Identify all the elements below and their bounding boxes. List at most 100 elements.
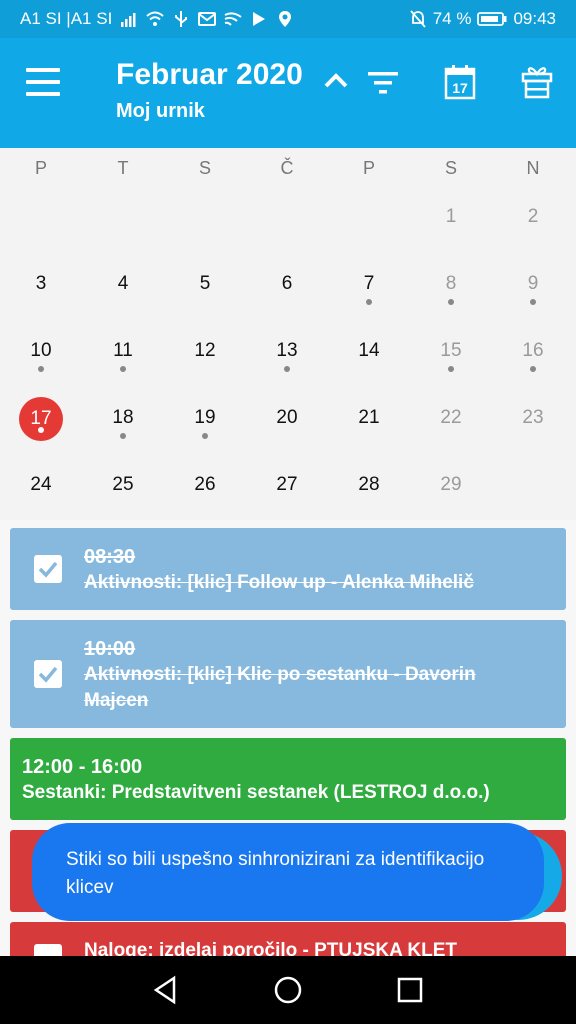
weekday-label: T: [117, 158, 129, 178]
weekday-label: S: [444, 158, 457, 178]
calendar-day[interactable]: 3: [0, 273, 82, 295]
event-item[interactable]: 12:00 - 16:00 Sestanki: Predstavitveni s…: [10, 738, 566, 820]
calendar-day[interactable]: 2: [492, 206, 574, 228]
day-number: 12: [194, 340, 216, 361]
calendar-day[interactable]: 25: [82, 474, 164, 496]
calendar-day[interactable]: 12: [164, 340, 246, 362]
calendar-day[interactable]: 5: [164, 273, 246, 295]
calendar-day[interactable]: 18: [82, 407, 164, 439]
event-dot: [38, 366, 44, 372]
calendar-day[interactable]: 11: [82, 340, 164, 372]
day-number: 25: [112, 474, 134, 495]
page-subtitle: Moj urnik: [116, 100, 205, 122]
calendar-day[interactable]: 28: [328, 474, 410, 496]
day-number: 21: [358, 407, 380, 428]
calendar-day[interactable]: 23: [492, 407, 574, 429]
event-item[interactable]: 10:00 Aktivnosti: [klic] Klic po sestank…: [10, 620, 566, 728]
calendar-icon: 17: [444, 65, 476, 100]
filter-icon: [368, 72, 398, 94]
day-number: 23: [522, 407, 544, 428]
day-number: 28: [358, 474, 380, 495]
menu-button[interactable]: [24, 64, 64, 100]
recents-button[interactable]: [394, 974, 426, 1006]
filter-button[interactable]: [366, 66, 400, 100]
day-number: 7: [363, 273, 375, 294]
back-button[interactable]: [150, 974, 182, 1006]
calendar-day[interactable]: 16: [492, 340, 574, 372]
checkbox-checked[interactable]: [34, 555, 62, 583]
event-dot: [366, 299, 372, 305]
calendar-day[interactable]: 26: [164, 474, 246, 496]
event-item[interactable]: 08:30 Aktivnosti: [klic] Follow up - Ale…: [10, 528, 566, 610]
calendar-day[interactable]: 8: [410, 273, 492, 305]
weekday-label: P: [362, 158, 375, 178]
day-number: 26: [194, 474, 216, 495]
calendar-day[interactable]: 29: [410, 474, 492, 496]
chevron-up-icon: [324, 73, 348, 88]
event-dot: [120, 433, 126, 439]
menu-icon: [26, 68, 60, 72]
event-item[interactable]: Naloge: izdelaj poročilo - PTUJSKA KLET: [10, 922, 566, 956]
event-time: 08:30: [84, 546, 136, 568]
event-dot: [38, 427, 44, 433]
checkbox-checked[interactable]: [34, 660, 62, 688]
day-number: 14: [358, 340, 380, 361]
system-nav-bar: [0, 956, 576, 1024]
weekday-label: S: [198, 158, 211, 178]
day-number: 4: [117, 273, 129, 294]
cast-icon: [224, 10, 242, 28]
play-store-icon: [250, 10, 268, 28]
battery-icon: [477, 10, 507, 28]
calendar-day[interactable]: 27: [246, 474, 328, 496]
location-icon: [276, 10, 294, 28]
app-bar: Februar 2020 Moj urnik 17: [0, 38, 576, 148]
calendar-day[interactable]: 4: [82, 273, 164, 295]
calendar-day[interactable]: 9: [492, 273, 574, 305]
calendar-day[interactable]: 24: [0, 474, 82, 496]
day-number: 18: [112, 407, 134, 428]
calendar-day[interactable]: 1: [410, 206, 492, 228]
weekday-label: Č: [280, 158, 294, 178]
day-number: 1: [445, 206, 457, 227]
calendar-day[interactable]: 7: [328, 273, 410, 305]
recents-square-icon: [397, 977, 423, 1003]
collapse-calendar-button[interactable]: [320, 64, 352, 96]
calendar-day[interactable]: 13: [246, 340, 328, 372]
event-time: 12:00 - 16:00: [22, 756, 143, 778]
gift-button[interactable]: [520, 64, 554, 100]
calendar-day[interactable]: 19: [164, 407, 246, 439]
day-number: 20: [276, 407, 298, 428]
calendar-day[interactable]: 20: [246, 407, 328, 429]
calendar-day[interactable]: 21: [328, 407, 410, 429]
clock: 09:43: [513, 9, 556, 28]
calendar-day[interactable]: 14: [328, 340, 410, 362]
event-time: 10:00: [84, 638, 136, 660]
day-number: 3: [35, 273, 47, 294]
day-number: 13: [276, 340, 298, 361]
calendar-day[interactable]: 22: [410, 407, 492, 429]
event-dot: [530, 299, 536, 305]
mail-icon: [198, 10, 217, 28]
day-number: 17: [19, 397, 63, 441]
weekday-label: N: [526, 158, 540, 178]
checkbox-unchecked[interactable]: [34, 944, 62, 956]
calendar-day-today[interactable]: 17: [0, 397, 82, 441]
event-dot: [448, 299, 454, 305]
day-number: 15: [440, 340, 462, 361]
mute-bell-icon: [409, 10, 427, 28]
day-number: 22: [440, 407, 462, 428]
today-button[interactable]: 17: [444, 64, 476, 100]
day-number: 10: [30, 340, 52, 361]
calendar-day[interactable]: 10: [0, 340, 82, 372]
carrier-label: A1 SI |A1 SI: [20, 9, 113, 28]
event-title: Aktivnosti: [klic] Follow up - Alenka Mi…: [84, 572, 474, 593]
day-number: 27: [276, 474, 298, 495]
month-calendar: PTSČPSN 1 2 3 4 5 6 7 8 9 10 11 12 13 14 15 16 17 18 19 20 2…: [0, 148, 576, 520]
day-number: 16: [522, 340, 544, 361]
page-title[interactable]: Februar 2020: [116, 58, 303, 92]
event-title: Naloge: izdelaj poročilo - PTUJSKA KLET: [84, 940, 457, 956]
calendar-day[interactable]: 6: [246, 273, 328, 295]
calendar-day[interactable]: 15: [410, 340, 492, 372]
event-title: Aktivnosti: [klic] Klic po sestanku - Da…: [84, 664, 476, 711]
home-button[interactable]: [272, 974, 304, 1006]
